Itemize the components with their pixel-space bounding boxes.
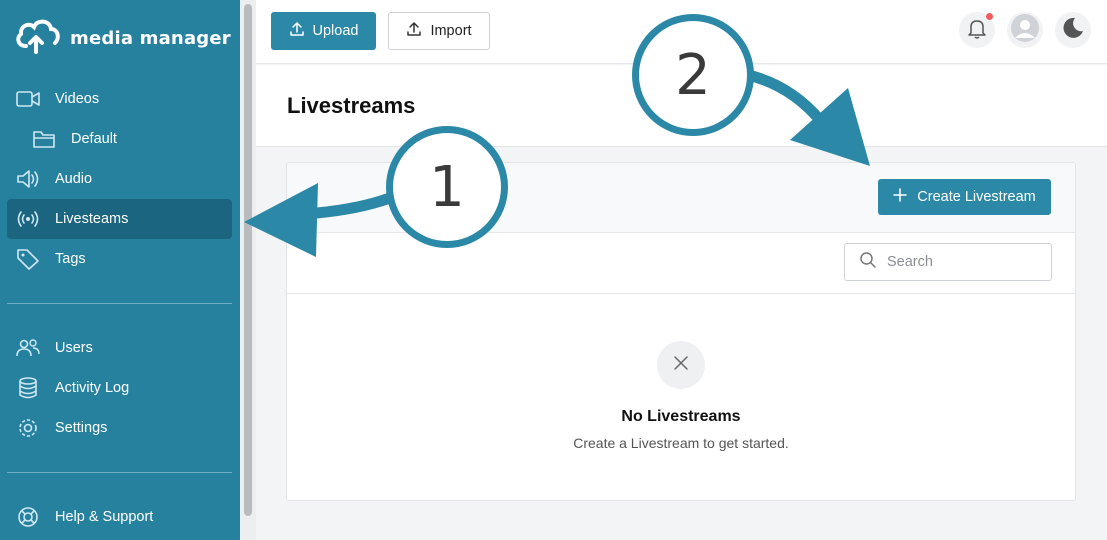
create-livestream-label: Create Livestream [917, 189, 1036, 205]
callout-marker-2: 2 [632, 14, 754, 136]
sidebar-item-label: Videos [55, 91, 100, 107]
sidebar-item-label: Settings [55, 420, 108, 436]
sidebar-scrollbar-thumb[interactable] [244, 4, 252, 516]
search-field[interactable] [844, 243, 1052, 281]
cloud-upload-icon [14, 16, 60, 61]
theme-toggle-button[interactable] [1055, 12, 1091, 48]
sidebar-item-settings[interactable]: Settings [7, 408, 232, 448]
database-icon [15, 377, 41, 399]
broadcast-icon [15, 208, 41, 230]
plus-icon [893, 188, 908, 206]
folder-icon [31, 128, 57, 150]
sidebar-item-label: Livesteams [55, 211, 129, 227]
sidebar-item-label: Activity Log [55, 380, 130, 396]
close-icon [673, 355, 689, 376]
avatar-icon [1010, 13, 1040, 48]
search-icon [859, 251, 877, 274]
lifebuoy-icon [15, 506, 41, 528]
sidebar-item-users[interactable]: Users [7, 328, 232, 368]
import-button-label: Import [430, 23, 472, 39]
user-avatar[interactable] [1007, 12, 1043, 48]
upload-icon [289, 21, 305, 41]
sidebar-divider [7, 303, 232, 304]
app-logo[interactable]: media manager [14, 16, 231, 61]
sidebar-item-activity-log[interactable]: Activity Log [7, 368, 232, 408]
empty-state-title: No Livestreams [621, 408, 741, 425]
empty-state-subtitle: Create a Livestream to get started. [573, 435, 789, 451]
users-icon [15, 337, 41, 359]
upload-button[interactable]: Upload [271, 12, 376, 50]
sidebar-item-label: Audio [55, 171, 93, 187]
sidebar-item-label: Help & Support [55, 509, 154, 525]
import-button[interactable]: Import [388, 12, 490, 50]
sidebar-item-livesteams[interactable]: Livesteams [7, 199, 232, 239]
search-input[interactable] [887, 254, 1037, 270]
sidebar-item-label: Users [55, 340, 93, 356]
sidebar-item-label: Default [71, 131, 117, 147]
sidebar-item-default[interactable]: Default [7, 119, 232, 159]
gear-icon [15, 417, 41, 439]
import-icon [406, 21, 422, 41]
tag-icon [15, 248, 41, 270]
upload-button-label: Upload [312, 23, 359, 39]
callout-marker-1: 1 [386, 126, 508, 248]
sidebar-item-label: Tags [55, 251, 86, 267]
notification-badge [985, 12, 994, 21]
sidebar-divider [7, 472, 232, 473]
sidebar: media manager Videos Default Audio Lives… [0, 0, 240, 540]
sidebar-item-audio[interactable]: Audio [7, 159, 232, 199]
video-icon [15, 88, 41, 110]
page-title: Livestreams [287, 93, 416, 118]
empty-state-icon-circle [657, 341, 705, 389]
bell-icon [966, 17, 988, 44]
moon-icon [1061, 16, 1085, 45]
sidebar-item-tags[interactable]: Tags [7, 239, 232, 279]
create-livestream-button[interactable]: Create Livestream [878, 179, 1051, 215]
app-name: media manager [70, 28, 231, 49]
sidebar-item-videos[interactable]: Videos [7, 79, 232, 119]
speaker-icon [15, 168, 41, 190]
sidebar-item-help-support[interactable]: Help & Support [7, 497, 232, 537]
